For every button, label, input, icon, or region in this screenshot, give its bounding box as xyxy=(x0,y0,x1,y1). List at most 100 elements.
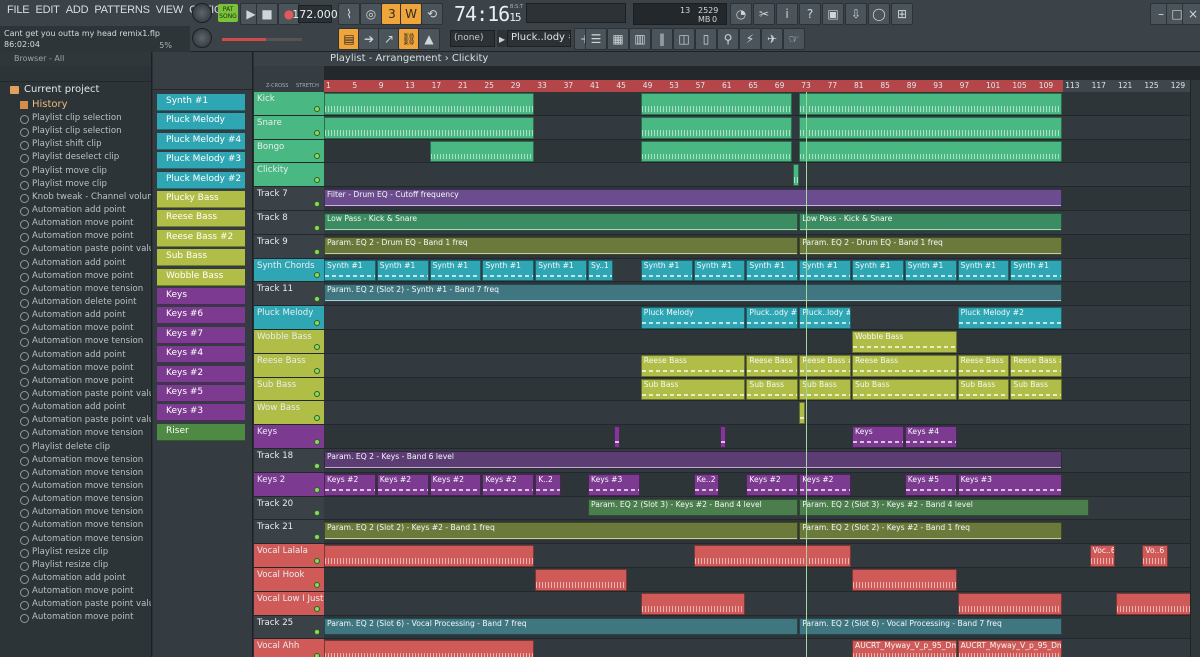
track-mute-led[interactable] xyxy=(314,153,320,160)
history-item[interactable]: Automation add point xyxy=(0,401,151,414)
pattern-clip[interactable]: Keys #5 xyxy=(904,473,957,496)
browser-icon[interactable]: ▯ xyxy=(695,28,717,50)
picker-clip[interactable]: Reese Bass #2 xyxy=(157,229,245,247)
stop-button[interactable]: ■ xyxy=(256,3,278,25)
pattern-clip[interactable]: Keys #3 xyxy=(957,473,1063,496)
pattern-clip[interactable]: Sub Bass xyxy=(746,378,799,401)
pattern-clip[interactable]: Reese Bass #2 xyxy=(1010,354,1063,377)
pattern-prev-icon[interactable]: ▸ xyxy=(497,30,507,47)
mixer-window-icon[interactable]: ‖ xyxy=(651,28,673,50)
pattern-clip[interactable]: Synth #1 xyxy=(746,259,799,282)
history-item[interactable]: Automation paste point value xyxy=(0,598,151,611)
history-item[interactable]: Automation add point xyxy=(0,349,151,362)
channel-icon[interactable]: ◫ xyxy=(673,28,695,50)
history-item[interactable]: Playlist clip selection xyxy=(0,112,151,125)
audio-clip[interactable] xyxy=(799,140,1063,163)
audio-clip[interactable] xyxy=(799,116,1063,139)
history-item[interactable]: Automation add point xyxy=(0,204,151,217)
pattern-clip[interactable]: Pluck..ody #3 xyxy=(746,307,799,329)
track-lane[interactable]: Param. EQ 2 (Slot 2) - Synth #1 - Band 7… xyxy=(324,282,1200,307)
automation-clip[interactable]: Param. EQ 2 - Keys - Band 6 level xyxy=(324,451,1063,469)
track-lane[interactable] xyxy=(324,401,1200,426)
history-item[interactable]: Automation move tension xyxy=(0,493,151,506)
audio-clip[interactable]: Vo..6 xyxy=(1142,545,1168,567)
picker-clip[interactable]: Riser xyxy=(157,423,245,441)
history-item[interactable]: Automation move tension xyxy=(0,467,151,480)
pattern-clip[interactable]: Sub Bass xyxy=(852,378,957,401)
automation-clip[interactable]: Low Pass - Kick & Snare xyxy=(799,213,1063,231)
track-lane[interactable]: Param. EQ 2 (Slot 3) - Keys #2 - Band 4 … xyxy=(324,496,1200,521)
pattern-clip[interactable] xyxy=(720,426,726,448)
track-mute-led[interactable] xyxy=(314,438,320,445)
pattern-clip[interactable]: Sy..1 xyxy=(588,259,614,282)
pattern-clip[interactable]: Keys #3 xyxy=(588,473,640,496)
pattern-clip[interactable]: Pluck Melody xyxy=(640,307,746,329)
history-item[interactable]: Automation move point xyxy=(0,362,151,375)
pattern-clip[interactable]: K..2 xyxy=(535,473,561,496)
track-header[interactable]: Clickity xyxy=(254,163,324,188)
history-item[interactable]: Playlist shift clip xyxy=(0,138,151,151)
track-mute-led[interactable] xyxy=(314,557,320,564)
track-mute-led[interactable] xyxy=(314,319,320,326)
audio-clip[interactable] xyxy=(1116,592,1195,615)
track-lane[interactable]: AUCRT_Myway_V_p_95_Dmin_01 AUCRT_Myway_V_… xyxy=(324,639,1200,657)
history-item[interactable]: Automation move tension xyxy=(0,454,151,467)
audio-clip[interactable]: Voc..6 xyxy=(1089,545,1115,567)
picker-clip[interactable]: Keys #3 xyxy=(157,404,245,422)
audio-clip[interactable] xyxy=(324,640,535,657)
audio-clip[interactable] xyxy=(429,140,535,163)
track-lane[interactable]: Param. EQ 2 - Keys - Band 6 level xyxy=(324,449,1200,473)
history-item[interactable]: Automation move tension xyxy=(0,533,151,546)
picker-clip[interactable]: Keys xyxy=(157,288,245,305)
track-header[interactable]: Track 18 xyxy=(254,449,324,473)
track-header[interactable]: Wow Bass xyxy=(254,401,324,426)
audio-clip[interactable] xyxy=(640,116,792,139)
audio-clip[interactable] xyxy=(640,93,792,115)
tempo-display[interactable]: 172.000 xyxy=(292,5,338,23)
track-lane[interactable]: Param. EQ 2 - Drum EQ - Band 1 freq Param… xyxy=(324,234,1200,259)
track-lane[interactable]: Sub Bass Sub Bass Sub Bass Sub Bass Sub Bass… xyxy=(324,377,1200,402)
history-item[interactable]: Automation move tension xyxy=(0,283,151,296)
history-item[interactable]: Automation add point xyxy=(0,309,151,322)
history-item[interactable]: Automation move point xyxy=(0,375,151,388)
track-header[interactable]: Keys xyxy=(254,425,324,449)
audio-clip[interactable] xyxy=(799,93,1063,115)
online-news-icon[interactable]: ◔ xyxy=(730,3,752,25)
track-mute-led[interactable] xyxy=(314,462,320,469)
pattern-clip[interactable]: Synth #1 xyxy=(376,259,429,282)
history-item[interactable]: Automation delete point xyxy=(0,296,151,309)
track-header[interactable]: Track 25 xyxy=(254,615,324,640)
track-lane[interactable] xyxy=(324,568,1200,592)
track-header[interactable]: Keys 2 xyxy=(254,472,324,497)
pattern-clip[interactable]: Reese Bass xyxy=(746,354,799,377)
picker-clip[interactable]: Pluck Melody xyxy=(157,113,245,131)
pattern-clip[interactable]: Synth #1 xyxy=(957,259,1010,282)
mixer-icon[interactable]: ✂ xyxy=(753,3,775,25)
history-item[interactable]: Playlist delete clip xyxy=(0,441,151,454)
picker-clip[interactable]: Reese Bass xyxy=(157,210,245,228)
link-icon[interactable]: ⛓ xyxy=(398,28,420,50)
track-mute-led[interactable] xyxy=(314,486,320,493)
track-lane[interactable]: Voc..6 Vo..6 xyxy=(324,544,1200,568)
audio-clip[interactable] xyxy=(852,569,957,591)
pattern-clip[interactable]: Keys xyxy=(852,426,904,448)
menu-add[interactable]: ADD xyxy=(63,4,92,16)
track-mute-led[interactable] xyxy=(314,510,320,517)
pattern-song-toggle[interactable]: PAT SONG xyxy=(218,4,238,22)
automation-clip[interactable]: Param. EQ 2 (Slot 6) - Vocal Processing … xyxy=(799,617,1063,636)
history-item[interactable]: Automation move point xyxy=(0,217,151,230)
audio-clip[interactable]: AUCRT_Myway_V_p_95_Dmin_01 xyxy=(957,640,1063,657)
automation-clip[interactable]: Param. EQ 2 (Slot 2) - Synth #1 - Band 7… xyxy=(324,284,1063,303)
pattern-clip[interactable]: Sub Bass xyxy=(799,378,851,401)
pattern-clip[interactable]: Synth #1 xyxy=(482,259,535,282)
track-mute-led[interactable] xyxy=(314,581,320,588)
automation-clip[interactable]: Param. EQ 2 (Slot 3) - Keys #2 - Band 4 … xyxy=(799,498,1089,517)
audio-clip[interactable] xyxy=(957,592,1063,615)
track-mute-led[interactable] xyxy=(314,391,320,398)
pattern-clip[interactable]: Synth #1 xyxy=(799,259,851,282)
pattern-clip[interactable]: Synth #1 xyxy=(693,259,746,282)
pattern-clip[interactable]: Reese Bass xyxy=(852,354,957,377)
snap-icon[interactable]: ▤ xyxy=(338,28,360,50)
history-item[interactable]: Automation move tension xyxy=(0,480,151,493)
metronome-icon[interactable]: ⌇ xyxy=(338,3,360,25)
